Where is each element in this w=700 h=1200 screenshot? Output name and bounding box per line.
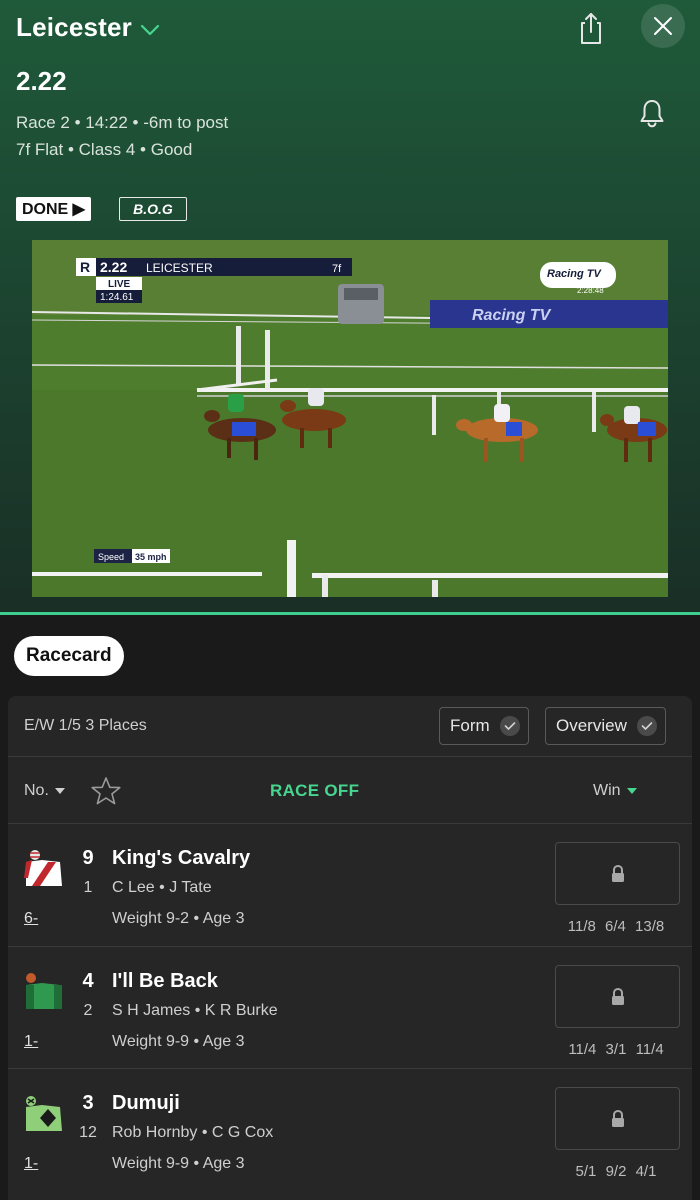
race-status: RACE OFF <box>270 781 360 800</box>
runner-jockey-trainer: C Lee • J Tate <box>112 879 212 896</box>
runner-name[interactable]: Dumuji <box>112 1092 180 1115</box>
runner-number: 9 <box>82 847 94 869</box>
race-meta-line1: Race 2 • 14:22 • -6m to post <box>16 113 229 132</box>
speed-label: Speed <box>98 552 124 562</box>
share-icon[interactable] <box>574 10 608 46</box>
divider <box>8 756 692 757</box>
caret-down-icon <box>626 788 637 794</box>
lock-icon <box>611 987 624 1005</box>
race-video-frame: Racing TV R 2.22 LEICESTER 7f LIVE 1:24.… <box>32 240 668 597</box>
header-divider <box>0 612 700 615</box>
col-no-label: No. <box>24 782 49 799</box>
check-icon <box>499 716 520 736</box>
runner-price-history: 5/1 9/2 4/1 <box>575 1163 657 1180</box>
runner-price-history: 11/8 6/4 13/8 <box>567 918 665 935</box>
star-icon[interactable] <box>90 776 122 806</box>
runner-price-history: 11/4 3/1 11/4 <box>568 1041 664 1058</box>
race-time: 2.22 <box>16 66 67 96</box>
runner-name[interactable]: King's Cavalry <box>112 847 250 870</box>
runner-draw: 2 <box>83 1002 93 1019</box>
sort-by-win[interactable]: Win <box>593 782 637 800</box>
runner-form-link[interactable]: 6- <box>24 910 38 928</box>
race-header: Leicester 2.22 Race 2 • 14:22 • -6m to p… <box>0 0 700 612</box>
live-video-player[interactable]: Racing TV R 2.22 LEICESTER 7f LIVE 1:24.… <box>32 240 668 597</box>
win-odds-button[interactable] <box>555 965 680 1028</box>
overlay-distance: 7f <box>332 263 342 275</box>
done-badge: DONE ▶ <box>16 197 91 221</box>
chevron-down-icon <box>140 24 160 35</box>
venue-selector[interactable]: Leicester <box>16 12 160 43</box>
tab-racecard[interactable]: Racecard <box>14 636 124 676</box>
overlay-clock: 1:24.61 <box>100 292 134 303</box>
each-way-terms: E/W 1/5 3 Places <box>24 717 147 734</box>
runner-draw: 12 <box>79 1124 97 1141</box>
runner-form-link[interactable]: 1- <box>24 1033 38 1051</box>
runner-number: 3 <box>82 1092 94 1114</box>
runner-name[interactable]: I'll Be Back <box>112 970 218 993</box>
jockey-silks-icon <box>24 850 62 886</box>
caret-down-icon <box>54 788 65 794</box>
overlay-race-time: 2.22 <box>100 259 127 275</box>
jockey-silks-icon <box>26 973 62 1009</box>
runner-row[interactable]: 9 King's Cavalry 1 C Lee • J Tate 6- Wei… <box>8 824 692 946</box>
runner-row[interactable]: 4 I'll Be Back 2 S H James • K R Burke 1… <box>8 947 692 1069</box>
win-odds-button[interactable] <box>555 842 680 905</box>
jockey-silks-icon <box>26 1096 62 1131</box>
channel-clock: 2:28:48 <box>577 286 604 295</box>
col-win-label: Win <box>593 782 621 799</box>
board-text: Racing TV <box>472 307 552 324</box>
sort-by-number[interactable]: No. <box>24 782 65 800</box>
close-button[interactable] <box>641 4 685 48</box>
form-toggle[interactable]: Form <box>439 707 529 745</box>
overlay-venue: LEICESTER <box>146 261 213 275</box>
check-icon <box>636 716 657 736</box>
overview-toggle[interactable]: Overview <box>545 707 666 745</box>
speed-value: 35 mph <box>135 552 167 562</box>
runner-weight-age: Weight 9-9 • Age 3 <box>112 1155 245 1172</box>
lock-icon <box>611 864 624 882</box>
channel-logo: Racing TV <box>547 268 602 280</box>
runner-weight-age: Weight 9-9 • Age 3 <box>112 1033 245 1050</box>
win-odds-button[interactable] <box>555 1087 680 1150</box>
runner-number: 4 <box>82 970 94 992</box>
runner-draw: 1 <box>83 879 93 896</box>
overlay-live: LIVE <box>108 279 131 290</box>
close-icon <box>654 17 672 35</box>
runner-weight-age: Weight 9-2 • Age 3 <box>112 910 245 927</box>
runner-jockey-trainer: Rob Hornby • C G Cox <box>112 1124 274 1141</box>
venue-title: Leicester <box>16 12 132 42</box>
form-toggle-label: Form <box>450 716 490 735</box>
lock-icon <box>611 1109 624 1127</box>
runner-jockey-trainer: S H James • K R Burke <box>112 1002 278 1019</box>
bell-icon[interactable] <box>638 98 666 128</box>
race-meta-line2: 7f Flat • Class 4 • Good <box>16 140 193 159</box>
svg-text:R: R <box>80 259 90 275</box>
overview-toggle-label: Overview <box>556 716 627 735</box>
racecard-panel: E/W 1/5 3 Places Form Overview No. RACE … <box>8 696 692 1200</box>
runner-form-link[interactable]: 1- <box>24 1155 38 1173</box>
bog-badge: B.O.G <box>119 197 187 221</box>
runner-row[interactable]: 3 Dumuji 12 Rob Hornby • C G Cox 1- Weig… <box>8 1069 692 1191</box>
